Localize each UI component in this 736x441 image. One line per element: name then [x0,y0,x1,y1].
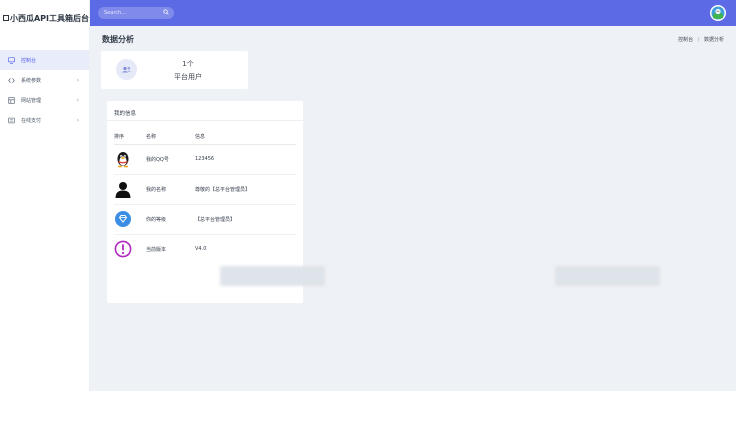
blurred-placeholder [555,266,660,286]
user-avatar[interactable] [710,5,726,21]
sidebar-item-system-params[interactable]: 系统参数 › [0,70,89,90]
card-title: 我的信息 [114,111,137,117]
sidebar-item-label: 网站管理 [21,97,42,104]
table-row: 你的等级 【总平台管理员】 [114,204,296,235]
users-icon [116,59,137,80]
page-title: 数据分析 [102,35,134,44]
app-window: 小西瓜API工具箱后台 控制台 系统参数 › 网站管理 › 在线支付 › Sea… [0,0,736,441]
brand-title: 小西瓜API工具箱后台 [9,13,89,23]
sidebar-item-online-payment[interactable]: 在线支付 › [0,110,89,130]
search-box [98,7,174,19]
breadcrumb-separator: / [697,37,700,43]
table-row: 我的QQ号 123456 [114,144,296,175]
logo-square-icon [3,15,9,21]
brand[interactable]: 小西瓜API工具箱后台 [0,0,89,36]
table-header-row: 排序 名称 信息 [114,130,296,145]
row-icon-cell [114,144,146,175]
column-header: 排序 [114,130,146,145]
sidebar-item-dashboard[interactable]: 控制台 [0,50,89,70]
stat-value: 1个 [182,60,194,68]
row-value: 123456 [195,144,296,175]
table-row: 我的名称 尊敬的【总平台管理员】 [114,174,296,205]
row-icon-cell [114,204,146,235]
row-value: 【总平台管理员】 [195,204,296,235]
sidebar-item-label: 在线支付 [21,117,42,124]
sidebar-item-label: 控制台 [21,57,37,64]
breadcrumb: 控制台 / 数据分析 [678,36,724,43]
code-icon [8,77,15,84]
row-value: 尊敬的【总平台管理员】 [195,174,296,205]
card-icon [8,117,15,124]
info-table: 排序 名称 信息 我的QQ号 123456 我的名称 尊敬的【总平台管理员】 你… [114,130,296,264]
row-name[interactable]: 你的等级 [146,204,195,235]
row-icon-cell [114,174,146,205]
row-value: V4.0 [195,246,207,253]
grid-icon [8,96,15,104]
chevron-right-icon: › [76,96,79,104]
diamond-icon [115,211,131,227]
chevron-right-icon: › [76,76,79,84]
qq-penguin-icon [117,152,129,168]
row-name[interactable]: 我的名称 [146,174,195,205]
column-header: 名称 [146,130,195,145]
blurred-placeholder [220,266,325,286]
row-icon-cell [114,234,146,264]
table-row: 当前版本 V4.0 [114,234,296,264]
top-bar [90,0,736,26]
divider [107,120,303,121]
stat-label: 平台用户 [174,73,202,81]
sidebar-item-site-management[interactable]: 网站管理 › [0,90,89,110]
sidebar-nav: 控制台 系统参数 › 网站管理 › 在线支付 › [0,50,89,130]
search-input[interactable] [104,7,160,19]
exclamation-icon [114,240,132,258]
column-header: 信息 [195,130,296,145]
breadcrumb-item-dashboard[interactable]: 控制台 [678,37,693,43]
search-icon[interactable] [163,9,169,17]
monitor-icon [8,56,15,64]
main-content: 数据分析 控制台 / 数据分析 1个 平台用户 我的信息 排序 名称 信息 我的… [90,26,736,391]
chevron-right-icon: › [76,116,79,124]
breadcrumb-item-current: 数据分析 [703,37,724,43]
platform-users-card: 1个 平台用户 [101,51,248,89]
user-silhouette-icon [115,182,131,198]
sidebar: 小西瓜API工具箱后台 控制台 系统参数 › 网站管理 › 在线支付 › [0,0,90,391]
sidebar-item-label: 系统参数 [21,77,42,84]
row-name[interactable]: 当前版本 [146,234,195,264]
row-name[interactable]: 我的QQ号 [146,144,195,175]
